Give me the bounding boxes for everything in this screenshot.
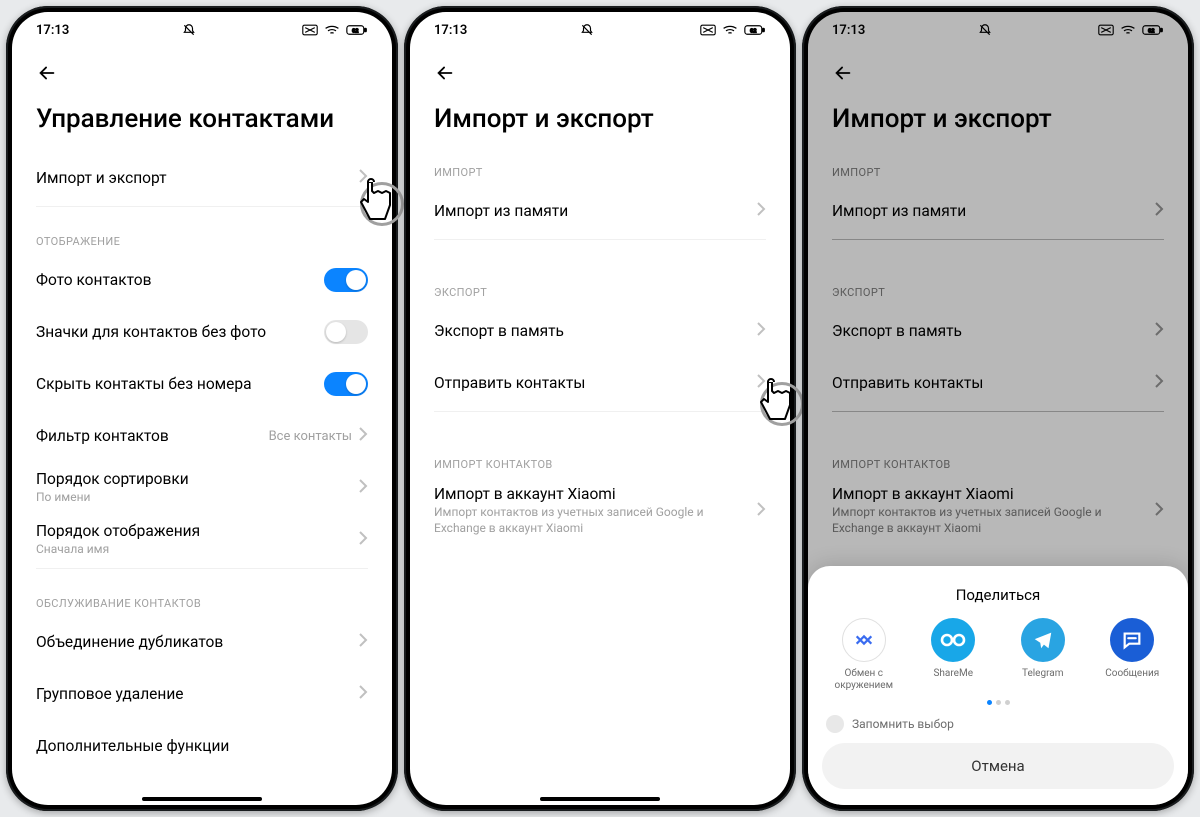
remember-choice[interactable]: Запомнить выбор: [826, 715, 1170, 733]
divider: [36, 206, 368, 207]
remember-label: Запомнить выбор: [852, 717, 954, 731]
row-label: Объединение дубликатов: [36, 633, 358, 651]
row-display-order[interactable]: Порядок отображения Сначала имя: [36, 514, 368, 566]
page-title: Импорт и экспорт: [434, 104, 766, 134]
share-app-label: Обмен с окружением: [825, 668, 903, 692]
wifi-icon: [722, 24, 738, 36]
clock: 17:13: [434, 23, 467, 38]
chevron-right-icon: [756, 373, 766, 393]
svg-text:62: 62: [352, 29, 359, 35]
row-sub: Сначала имя: [36, 542, 358, 558]
section-import: ИМПОРТ: [434, 166, 766, 179]
messages-icon: [1110, 618, 1154, 662]
row-icons-no-photo[interactable]: Значки для контактов без фото: [36, 306, 368, 358]
chevron-right-icon: [358, 168, 368, 188]
telegram-icon: [1021, 618, 1065, 662]
row-label: Отправить контакты: [434, 374, 756, 392]
row-label: Порядок сортировки: [36, 470, 358, 488]
chevron-right-icon: [358, 530, 368, 550]
share-sheet-title: Поделиться: [822, 586, 1174, 604]
battery-icon: 62: [346, 24, 368, 36]
wifi-icon: [324, 24, 340, 36]
divider: [36, 568, 368, 569]
row-label: Скрыть контакты без номера: [36, 375, 324, 393]
toggle-hide-no-number[interactable]: [324, 372, 368, 396]
row-label: Импорт и экспорт: [36, 169, 358, 187]
back-button[interactable]: [434, 60, 460, 86]
page-dots: [822, 700, 1174, 705]
status-bar: 17:13 62: [410, 12, 790, 48]
home-indicator[interactable]: [142, 797, 262, 801]
shareme-icon: [931, 618, 975, 662]
page-title: Управление контактами: [36, 104, 368, 134]
cancel-button[interactable]: Отмена: [822, 743, 1174, 789]
sim-icon: [302, 24, 318, 36]
row-import-memory[interactable]: Импорт из памяти: [434, 185, 766, 237]
header: Управление контактами: [12, 48, 392, 134]
share-app-label: Telegram: [1022, 668, 1064, 680]
row-contact-photos[interactable]: Фото контактов: [36, 254, 368, 306]
sim-icon: [700, 24, 716, 36]
nearby-share-icon: [842, 618, 886, 662]
share-sheet: Поделиться Обмен с окружением ShareMe: [808, 566, 1188, 805]
divider: [434, 411, 766, 412]
row-value: Все контакты: [269, 429, 352, 444]
row-label: Групповое удаление: [36, 685, 358, 703]
back-button[interactable]: [36, 60, 62, 86]
row-sub: Импорт контактов из учетных записей Goog…: [434, 505, 756, 536]
row-label: Фото контактов: [36, 271, 324, 289]
row-hide-no-number[interactable]: Скрыть контакты без номера: [36, 358, 368, 410]
row-label: Фильтр контактов: [36, 427, 269, 445]
dnd-icon: [182, 23, 196, 37]
share-app-messages[interactable]: Сообщения: [1093, 618, 1171, 692]
row-extra[interactable]: Дополнительные функции: [36, 720, 368, 772]
dnd-icon: [580, 23, 594, 37]
chevron-right-icon: [756, 501, 766, 521]
header: Импорт и экспорт: [410, 48, 790, 134]
section-maintenance: ОБСЛУЖИВАНИЕ КОНТАКТОВ: [36, 597, 368, 610]
divider: [434, 239, 766, 240]
row-sort-order[interactable]: Порядок сортировки По имени: [36, 462, 368, 514]
share-app-nearby[interactable]: Обмен с окружением: [825, 618, 903, 692]
row-import-export[interactable]: Импорт и экспорт: [36, 152, 368, 204]
battery-icon: 62: [744, 24, 766, 36]
section-export: ЭКСПОРТ: [434, 286, 766, 299]
row-sub: По имени: [36, 490, 358, 506]
row-xiaomi-import[interactable]: Импорт в аккаунт Xiaomi Импорт контактов…: [434, 477, 766, 544]
row-filter[interactable]: Фильтр контактов Все контакты: [36, 410, 368, 462]
share-app-label: ShareMe: [933, 668, 973, 680]
chevron-right-icon: [358, 426, 368, 446]
checkbox-icon[interactable]: [826, 715, 844, 733]
row-export-memory[interactable]: Экспорт в память: [434, 305, 766, 357]
row-merge-duplicates[interactable]: Объединение дубликатов: [36, 616, 368, 668]
row-label: Импорт в аккаунт Xiaomi: [434, 485, 756, 503]
row-send-contacts[interactable]: Отправить контакты: [434, 357, 766, 409]
share-app-telegram[interactable]: Telegram: [1004, 618, 1082, 692]
cancel-label: Отмена: [971, 757, 1024, 775]
share-app-shareme[interactable]: ShareMe: [914, 618, 992, 692]
row-label: Импорт из памяти: [434, 202, 756, 220]
section-import-contacts: ИМПОРТ КОНТАКТОВ: [434, 458, 766, 471]
toggle-contact-photos[interactable]: [324, 268, 368, 292]
row-label: Порядок отображения: [36, 522, 358, 540]
chevron-right-icon: [756, 321, 766, 341]
home-indicator[interactable]: [540, 797, 660, 801]
chevron-right-icon: [358, 478, 368, 498]
svg-text:62: 62: [750, 29, 757, 35]
chevron-right-icon: [756, 201, 766, 221]
chevron-right-icon: [358, 684, 368, 704]
section-display: ОТОБРАЖЕНИЕ: [36, 235, 368, 248]
toggle-icons-no-photo[interactable]: [324, 320, 368, 344]
row-label: Значки для контактов без фото: [36, 323, 324, 341]
clock: 17:13: [36, 23, 69, 38]
row-label: Дополнительные функции: [36, 737, 368, 755]
row-group-delete[interactable]: Групповое удаление: [36, 668, 368, 720]
chevron-right-icon: [358, 632, 368, 652]
share-app-label: Сообщения: [1105, 668, 1159, 680]
status-bar: 17:13 62: [12, 12, 392, 48]
row-label: Экспорт в память: [434, 322, 756, 340]
